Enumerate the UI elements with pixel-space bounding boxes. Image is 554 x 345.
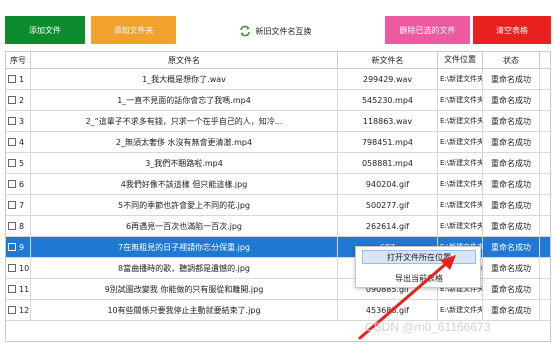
watermark: CSDN @m0_61166673 bbox=[365, 320, 491, 334]
annotation-arrow bbox=[358, 255, 456, 340]
